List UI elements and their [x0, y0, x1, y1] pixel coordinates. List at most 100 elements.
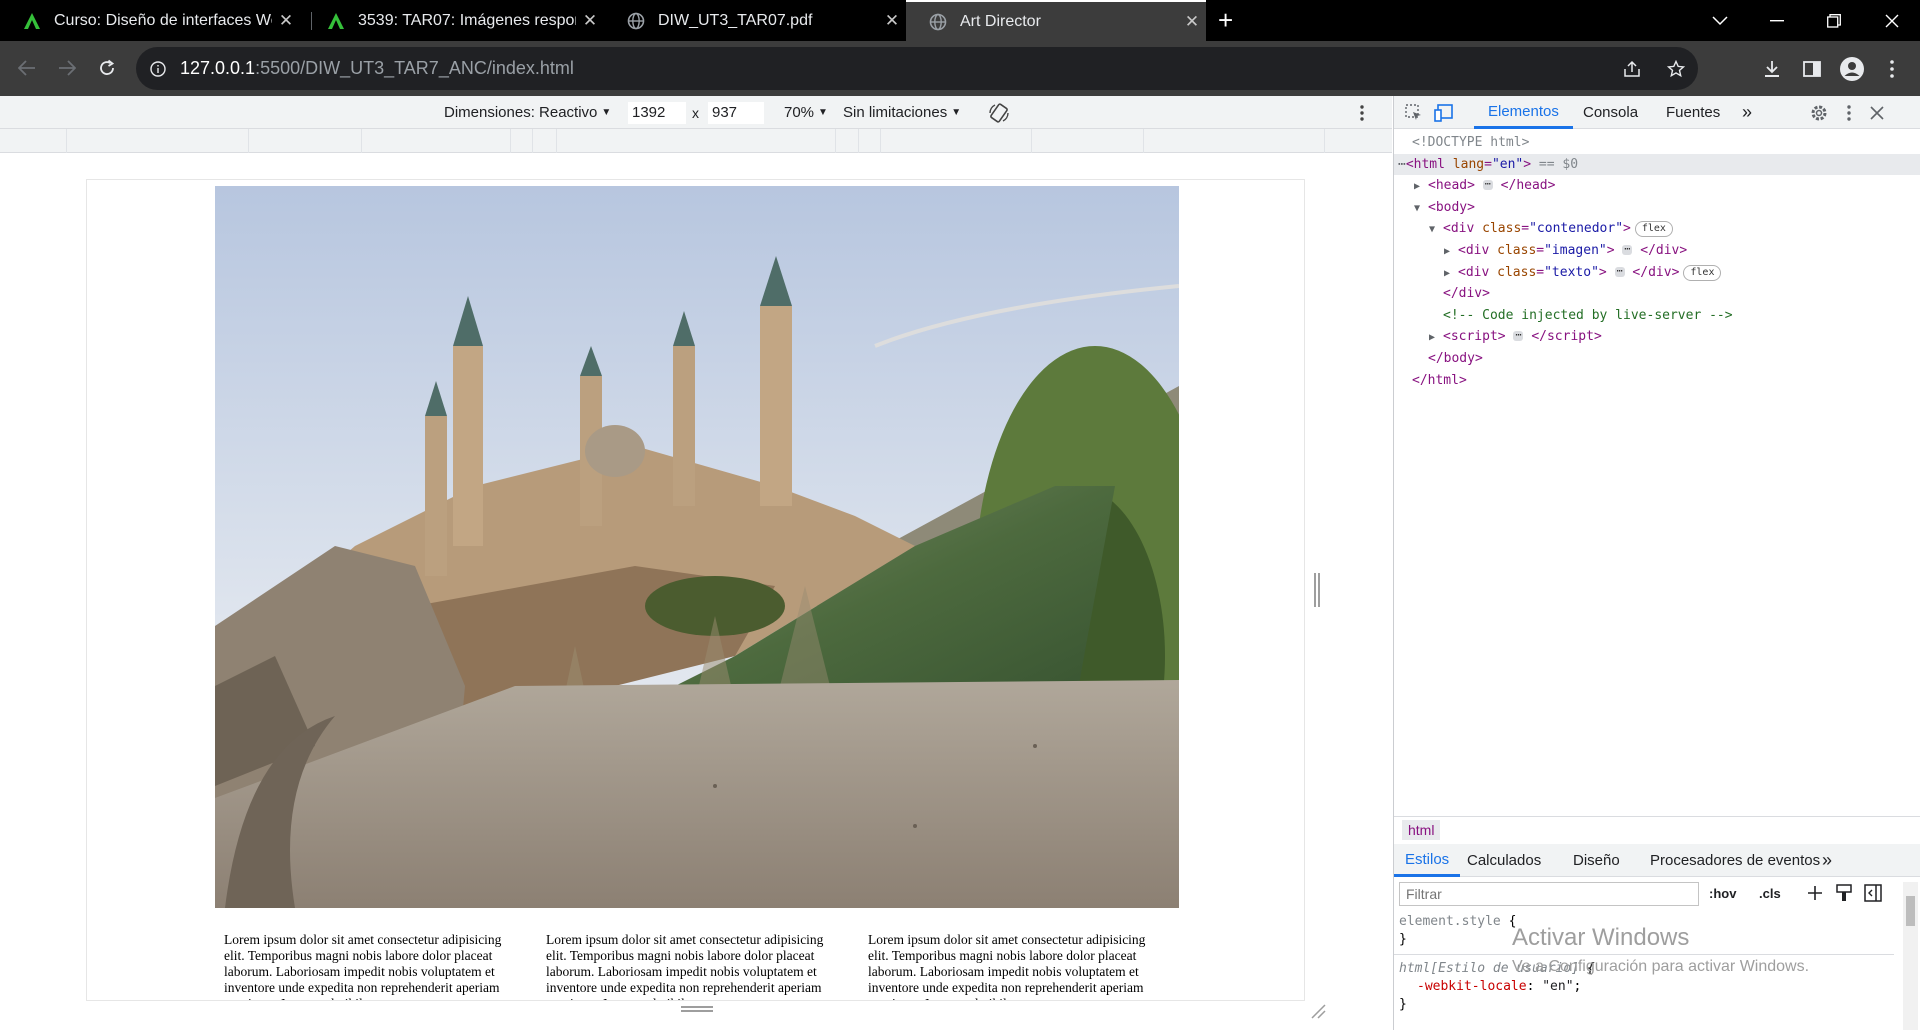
moodle-a-icon: [22, 11, 42, 31]
more-subtabs-icon[interactable]: »: [1822, 844, 1832, 877]
attr-name: class: [1497, 264, 1537, 280]
flex-badge[interactable]: flex: [1683, 264, 1722, 281]
close-icon[interactable]: ✕: [1178, 12, 1206, 32]
caret-down-icon: ▼: [951, 107, 962, 118]
breadcrumb-item-html[interactable]: html: [1402, 820, 1441, 840]
device-toggle-icon[interactable]: [1432, 101, 1456, 125]
expand-triangle-icon[interactable]: ▶: [1429, 327, 1443, 349]
share-icon[interactable]: [1610, 60, 1654, 78]
dom-node-html[interactable]: ⋯<html lang="en"> == $0: [1394, 153, 1920, 176]
dom-node-body[interactable]: ▼ <body>: [1394, 197, 1920, 219]
tab-elements[interactable]: Elementos: [1474, 96, 1573, 129]
watermark-title: Activar Windows: [1512, 924, 1690, 951]
scrollbar-thumb[interactable]: [1906, 896, 1915, 926]
restore-icon[interactable]: [1806, 0, 1862, 41]
subtab-computed[interactable]: Calculados: [1456, 844, 1552, 877]
address-bar[interactable]: 127.0.0.1:5500/DIW_UT3_TAR7_ANC/index.ht…: [136, 47, 1698, 90]
media-query-marker: [1031, 129, 1032, 153]
rotate-icon[interactable]: [988, 96, 1010, 129]
close-icon[interactable]: ✕: [272, 11, 300, 31]
media-query-marker: [532, 129, 533, 153]
dom-close-div[interactable]: </div>: [1394, 283, 1920, 305]
dom-node-imagen[interactable]: ▶ <div class="imagen"> ⋯ </div>: [1394, 240, 1920, 262]
inspect-element-icon[interactable]: [1402, 101, 1426, 125]
collapse-triangle-icon[interactable]: ▼: [1429, 219, 1443, 241]
tab-console[interactable]: Consola: [1569, 96, 1652, 129]
side-panel-icon[interactable]: [1797, 54, 1827, 84]
dom-comment[interactable]: <!-- Code injected by live-server -->: [1394, 305, 1920, 327]
styles-filter-row: :hov .cls: [1394, 878, 1920, 910]
more-tabs-icon[interactable]: »: [1742, 96, 1752, 129]
subtab-styles[interactable]: Estilos: [1394, 844, 1461, 877]
dom-node-texto[interactable]: ▶ <div class="texto"> ⋯ </div> flex: [1394, 262, 1920, 284]
back-arrow-icon[interactable]: [13, 54, 41, 82]
reload-icon[interactable]: [93, 54, 121, 82]
close-icon[interactable]: ✕: [878, 11, 906, 31]
globe-icon: [928, 12, 948, 32]
dom-close-body[interactable]: </body>: [1394, 348, 1920, 370]
expand-triangle-icon[interactable]: ▶: [1414, 176, 1428, 198]
ellipsis-icon[interactable]: ⋯: [1513, 331, 1524, 342]
media-query-marker: [880, 129, 881, 153]
resize-corner-icon[interactable]: [1310, 1003, 1326, 1019]
styles-filter-input[interactable]: [1399, 882, 1699, 906]
html-open-tag: <html: [1405, 156, 1445, 172]
bookmark-star-icon[interactable]: [1654, 59, 1698, 78]
download-icon[interactable]: [1757, 54, 1787, 84]
subtab-layout[interactable]: Diseño: [1562, 844, 1631, 877]
throttle-dropdown[interactable]: Sin limitaciones ▼: [843, 96, 961, 129]
ellipsis-icon[interactable]: ⋯: [1622, 244, 1633, 255]
expand-triangle-icon[interactable]: ▶: [1444, 263, 1458, 285]
paragraph-column-2: Lorem ipsum dolor sit amet consectetur a…: [546, 932, 824, 1000]
dom-node-head[interactable]: ▶ <head> ⋯ </head>: [1394, 175, 1920, 197]
resize-handle-bottom[interactable]: [681, 1006, 713, 1012]
close-icon[interactable]: ✕: [576, 11, 604, 31]
styles-scrollbar[interactable]: [1903, 882, 1918, 1030]
forward-arrow-icon[interactable]: [53, 54, 81, 82]
add-rule-icon[interactable]: [1806, 884, 1824, 907]
browser-menu-icon[interactable]: [1877, 54, 1907, 84]
dom-close-html[interactable]: </html>: [1394, 370, 1920, 392]
ellipsis-icon[interactable]: ⋯: [1482, 180, 1493, 191]
tab-search-chevron-icon[interactable]: [1692, 0, 1748, 41]
new-tab-button[interactable]: +: [1218, 7, 1233, 33]
viewport-width-input[interactable]: [628, 101, 686, 124]
dom-node-contenedor[interactable]: ▼ <div class="contenedor"> flex: [1394, 218, 1920, 240]
expand-triangle-icon[interactable]: ▶: [1444, 241, 1458, 263]
hov-toggle[interactable]: :hov: [1709, 886, 1736, 901]
browser-tab-4-active[interactable]: Art Director ✕: [906, 0, 1206, 41]
browser-tab-2[interactable]: 3539: TAR07: Imágenes responsi ✕: [304, 0, 604, 41]
computed-sidebar-toggle-icon[interactable]: [1864, 884, 1882, 907]
collapse-triangle-icon[interactable]: ▼: [1414, 198, 1428, 220]
more-options-icon[interactable]: [1360, 96, 1364, 129]
minimize-icon[interactable]: [1749, 0, 1805, 41]
comment-text: <!-- Code injected by live-server -->: [1443, 307, 1733, 323]
settings-gear-icon[interactable]: [1807, 101, 1831, 125]
dimensions-dropdown[interactable]: Dimensiones: Reactivo ▼: [444, 96, 611, 129]
media-query-marker: [1324, 129, 1325, 153]
browser-tab-1[interactable]: Curso: Diseño de interfaces Web ✕: [0, 0, 300, 41]
paint-brush-icon[interactable]: [1836, 884, 1852, 907]
dom-doctype[interactable]: <!DOCTYPE html>: [1394, 132, 1920, 154]
cls-toggle[interactable]: .cls: [1759, 886, 1781, 901]
resize-handle-right[interactable]: [1314, 573, 1320, 607]
media-query-marker: [248, 129, 249, 153]
zoom-dropdown[interactable]: 70% ▼: [784, 96, 828, 129]
css-declaration[interactable]: -webkit-locale: "en";: [1394, 978, 1894, 996]
ellipsis-icon[interactable]: ⋯: [1614, 266, 1625, 277]
devtools-menu-icon[interactable]: [1837, 101, 1861, 125]
media-query-bar[interactable]: [0, 129, 1392, 153]
dom-node-script[interactable]: ▶ <script> ⋯ </script>: [1394, 326, 1920, 348]
tab-sources[interactable]: Fuentes: [1652, 96, 1734, 129]
profile-avatar-icon[interactable]: [1837, 54, 1867, 84]
subtab-event-listeners[interactable]: Procesadores de eventos: [1639, 844, 1831, 877]
viewport-height-input[interactable]: [708, 101, 764, 124]
site-info-icon[interactable]: [136, 60, 180, 77]
flex-badge[interactable]: flex: [1634, 221, 1673, 238]
rule-close-brace: }: [1399, 997, 1407, 1012]
close-devtools-icon[interactable]: [1865, 101, 1889, 125]
tab-title: Curso: Diseño de interfaces Web: [54, 11, 272, 29]
close-window-icon[interactable]: [1864, 0, 1920, 41]
browser-tab-3[interactable]: DIW_UT3_TAR07.pdf ✕: [604, 0, 906, 41]
browser-tab-strip: Curso: Diseño de interfaces Web ✕ 3539: …: [0, 0, 1920, 41]
